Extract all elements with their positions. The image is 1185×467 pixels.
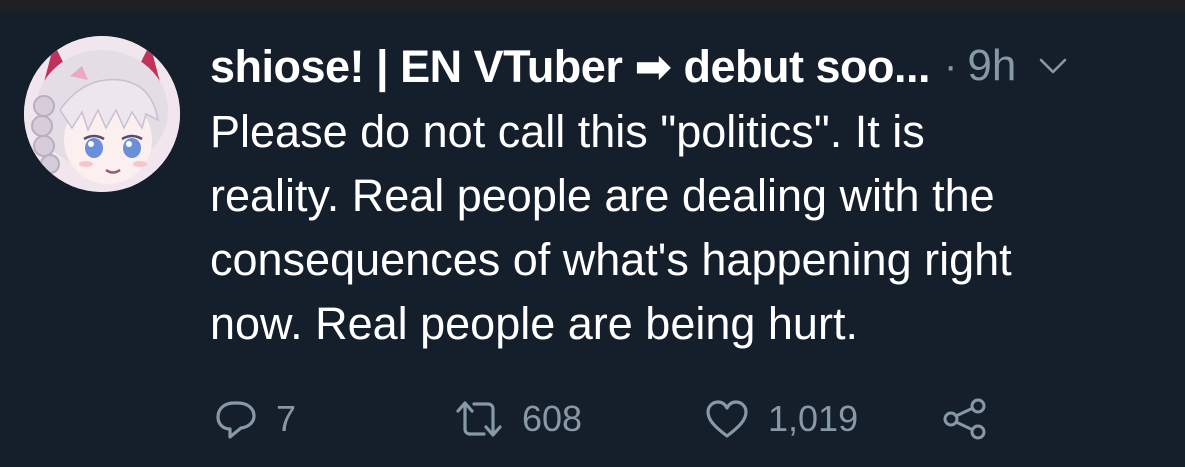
author-display-name[interactable]: shiose! | EN VTuber ➡ debut soo...: [210, 40, 931, 93]
heart-icon: [706, 400, 748, 438]
reply-count: 7: [276, 398, 297, 439]
tweet-text-line: Please do not call this "politics". It i…: [210, 106, 925, 157]
avatar[interactable]: [24, 36, 180, 192]
reply-icon: [216, 401, 256, 439]
tweet-card[interactable]: shiose! | EN VTuber ➡ debut soo... · 9h …: [0, 14, 1185, 467]
anime-girl-avatar-icon: [24, 36, 180, 192]
share-button[interactable]: [942, 396, 988, 442]
reply-button[interactable]: 7: [214, 396, 296, 442]
retweet-icon: [456, 401, 502, 437]
tweet-text-line: reality. Real people are dealing with th…: [210, 170, 995, 221]
top-edge-band: [0, 0, 1185, 14]
like-button[interactable]: 1,019: [704, 396, 858, 442]
tweet-text-line: now. Real people are being hurt.: [210, 298, 858, 349]
like-count: 1,019: [768, 398, 859, 439]
tweet-text: Please do not call this "politics". It i…: [210, 100, 1150, 356]
retweet-button[interactable]: 608: [454, 396, 582, 442]
separator-dot: ·: [944, 43, 958, 88]
tweet-header: shiose! | EN VTuber ➡ debut soo... · 9h: [210, 38, 1068, 94]
chevron-down-icon[interactable]: [1038, 56, 1068, 76]
action-bar: 7 608 1,019: [214, 396, 1014, 442]
retweet-count: 608: [522, 398, 583, 439]
tweet-text-line: consequences of what's happening right: [210, 234, 1012, 285]
share-icon: [943, 398, 986, 440]
timestamp[interactable]: 9h: [967, 41, 1016, 91]
